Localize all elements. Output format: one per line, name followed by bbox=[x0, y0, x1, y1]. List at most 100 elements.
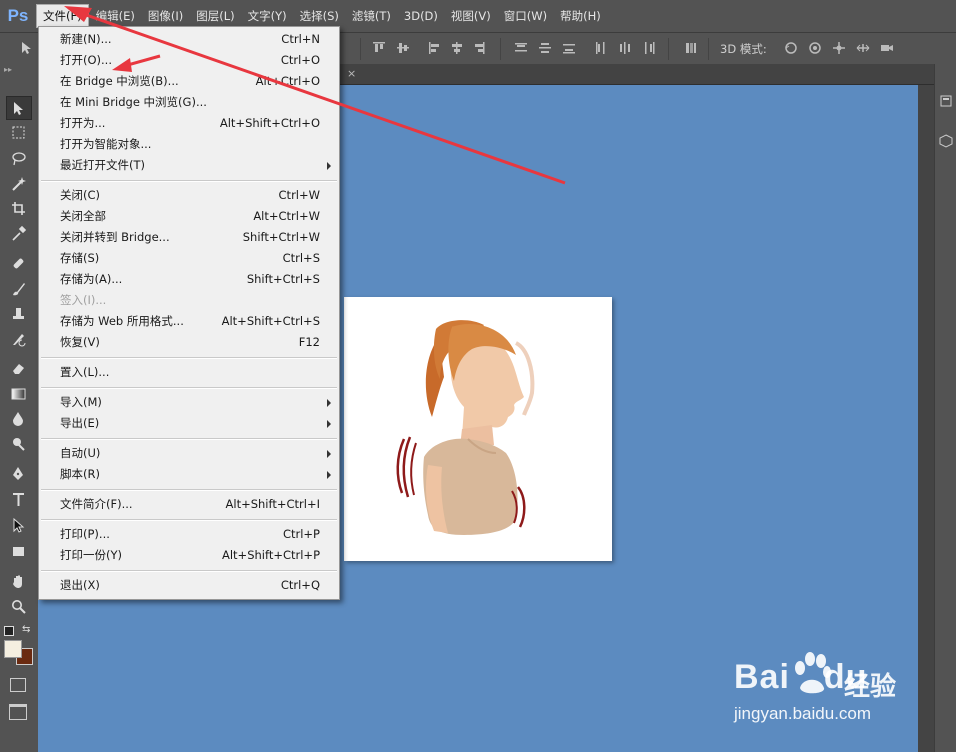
swap-colors-icon[interactable]: ⇆ bbox=[22, 624, 30, 635]
distribute-vcenter-icon[interactable] bbox=[538, 41, 552, 55]
3d-slide-icon[interactable] bbox=[856, 41, 870, 55]
file-menu-item[interactable]: 最近打开文件(T) bbox=[39, 155, 339, 176]
submenu-arrow-icon bbox=[327, 420, 331, 428]
3d-camera-icon[interactable] bbox=[880, 41, 894, 55]
menu-item-label: 存储为 Web 所用格式... bbox=[60, 314, 184, 328]
healing-brush-icon[interactable] bbox=[6, 252, 30, 274]
file-menu-item[interactable]: 导出(E) bbox=[39, 413, 339, 434]
file-menu-item[interactable]: 在 Mini Bridge 中浏览(G)... bbox=[39, 92, 339, 113]
menu-item-shortcut: Ctrl+S bbox=[282, 251, 320, 265]
crop-tool-icon[interactable] bbox=[6, 197, 30, 219]
menu-item-label: 打开为... bbox=[60, 116, 106, 130]
divider bbox=[500, 38, 501, 60]
file-menu-item[interactable]: 自动(U) bbox=[39, 443, 339, 464]
menu-7[interactable]: 3D(D) bbox=[398, 5, 444, 27]
file-menu-item[interactable]: 打印一份(Y) Alt+Shift+Ctrl+P bbox=[39, 545, 339, 566]
distribute-hcenter-icon[interactable] bbox=[618, 41, 632, 55]
clone-stamp-icon[interactable] bbox=[6, 302, 30, 324]
menu-item-shortcut: Alt+Shift+Ctrl+O bbox=[219, 116, 320, 130]
distribute-bottom-icon[interactable] bbox=[562, 41, 576, 55]
file-menu-item[interactable]: 在 Bridge 中浏览(B)... Alt+Ctrl+O bbox=[39, 71, 339, 92]
zoom-tool-icon[interactable] bbox=[6, 595, 30, 617]
menu-item-shortcut: Ctrl+Q bbox=[280, 578, 320, 592]
file-menu-item[interactable]: 新建(N)... Ctrl+N bbox=[39, 29, 339, 50]
menu-3[interactable]: 图层(L) bbox=[190, 5, 240, 27]
panel-icon[interactable] bbox=[939, 94, 953, 108]
file-menu-item[interactable]: 关闭并转到 Bridge... Shift+Ctrl+W bbox=[39, 227, 339, 248]
file-menu-item[interactable]: 存储为(A)... Shift+Ctrl+S bbox=[39, 269, 339, 290]
menu-item-shortcut: Alt+Shift+Ctrl+S bbox=[221, 314, 320, 328]
align-hcenter-icon[interactable] bbox=[450, 41, 464, 55]
eyedropper-icon[interactable] bbox=[6, 222, 30, 244]
path-select-icon[interactable] bbox=[6, 514, 30, 536]
submenu-arrow-icon bbox=[327, 162, 331, 170]
3d-rotate-icon[interactable] bbox=[784, 41, 798, 55]
file-menu-item[interactable]: 存储(S) Ctrl+S bbox=[39, 248, 339, 269]
3d-drag-icon[interactable] bbox=[832, 41, 846, 55]
gradient-tool-icon[interactable] bbox=[6, 382, 30, 404]
watermark-url: jingyan.baidu.com bbox=[734, 704, 872, 723]
distribute-left-icon[interactable] bbox=[594, 41, 608, 55]
file-menu-item[interactable]: 文件简介(F)... Alt+Shift+Ctrl+I bbox=[39, 494, 339, 515]
align-left-icon[interactable] bbox=[428, 41, 442, 55]
file-menu-dropdown: 新建(N)... Ctrl+N 打开(O)... Ctrl+O 在 Bridge 中浏览… bbox=[38, 26, 340, 600]
file-menu-item[interactable]: 退出(X) Ctrl+Q bbox=[39, 575, 339, 596]
file-menu-item[interactable]: 置入(L)... bbox=[39, 362, 339, 383]
menu-8[interactable]: 视图(V) bbox=[445, 5, 497, 27]
marquee-tool-icon[interactable] bbox=[6, 121, 30, 143]
align-right-icon[interactable] bbox=[472, 41, 486, 55]
file-menu-item[interactable]: 关闭全部 Alt+Ctrl+W bbox=[39, 206, 339, 227]
3d-panel-icon[interactable] bbox=[939, 134, 953, 148]
menu-0[interactable]: 文件(F) bbox=[36, 4, 89, 28]
align-vcenter-icon[interactable] bbox=[396, 41, 410, 55]
type-tool-icon[interactable] bbox=[6, 488, 30, 510]
file-menu-item[interactable]: 打开为智能对象... bbox=[39, 134, 339, 155]
default-colors-icon[interactable] bbox=[4, 626, 14, 636]
menu-9[interactable]: 窗口(W) bbox=[498, 5, 553, 27]
menu-2[interactable]: 图像(I) bbox=[142, 5, 189, 27]
menu-1[interactable]: 编辑(E) bbox=[90, 5, 141, 27]
blur-tool-icon[interactable] bbox=[6, 407, 30, 429]
file-menu-item[interactable]: 存储为 Web 所用格式... Alt+Shift+Ctrl+S bbox=[39, 311, 339, 332]
hand-tool-icon[interactable] bbox=[6, 570, 30, 592]
magic-wand-icon[interactable] bbox=[6, 172, 30, 194]
menu-item-label: 关闭(C) bbox=[60, 188, 101, 202]
document-image[interactable] bbox=[344, 297, 612, 561]
baidu-watermark: Bai du 经验 jingyan.baidu.com bbox=[734, 652, 944, 732]
move-tool-icon[interactable] bbox=[6, 96, 32, 120]
file-menu-item[interactable]: 恢复(V) F12 bbox=[39, 332, 339, 353]
menu-6[interactable]: 滤镜(T) bbox=[346, 5, 397, 27]
panel-collapse-icon[interactable]: ▸▸ bbox=[4, 66, 34, 74]
menu-item-label: 置入(L)... bbox=[60, 365, 110, 379]
history-brush-icon[interactable] bbox=[6, 327, 30, 349]
menu-item-label: 存储为(A)... bbox=[60, 272, 123, 286]
screen-mode-icon[interactable] bbox=[9, 704, 27, 720]
brush-tool-icon[interactable] bbox=[6, 277, 30, 299]
file-menu-item[interactable]: 打开为... Alt+Shift+Ctrl+O bbox=[39, 113, 339, 134]
lasso-tool-icon[interactable] bbox=[6, 147, 30, 169]
3d-roll-icon[interactable] bbox=[808, 41, 822, 55]
eraser-icon[interactable] bbox=[6, 356, 30, 378]
dodge-tool-icon[interactable] bbox=[6, 432, 30, 454]
file-menu-item[interactable]: 导入(M) bbox=[39, 392, 339, 413]
menu-5[interactable]: 选择(S) bbox=[294, 5, 345, 27]
file-menu-item[interactable]: 关闭(C) Ctrl+W bbox=[39, 185, 339, 206]
file-menu-item[interactable]: 打开(O)... Ctrl+O bbox=[39, 50, 339, 71]
menu-10[interactable]: 帮助(H) bbox=[554, 5, 607, 27]
auto-align-icon[interactable] bbox=[684, 41, 698, 55]
close-document-icon[interactable]: × bbox=[347, 67, 356, 80]
foreground-color-swatch[interactable] bbox=[4, 640, 22, 658]
distribute-right-icon[interactable] bbox=[642, 41, 656, 55]
file-menu-item[interactable]: 脚本(R) bbox=[39, 464, 339, 485]
menu-4[interactable]: 文字(Y) bbox=[242, 5, 293, 27]
pen-tool-icon[interactable] bbox=[6, 462, 30, 484]
distribute-top-icon[interactable] bbox=[514, 41, 528, 55]
menu-item-shortcut: Shift+Ctrl+W bbox=[242, 230, 320, 244]
menu-item-label: 打开(O)... bbox=[60, 53, 112, 67]
quick-mask-icon[interactable] bbox=[10, 678, 26, 692]
divider bbox=[668, 38, 669, 60]
align-top-icon[interactable] bbox=[372, 41, 386, 55]
file-menu-item[interactable]: 打印(P)... Ctrl+P bbox=[39, 524, 339, 545]
move-tool-preset-icon[interactable] bbox=[20, 41, 34, 55]
shape-tool-icon[interactable] bbox=[6, 540, 30, 562]
